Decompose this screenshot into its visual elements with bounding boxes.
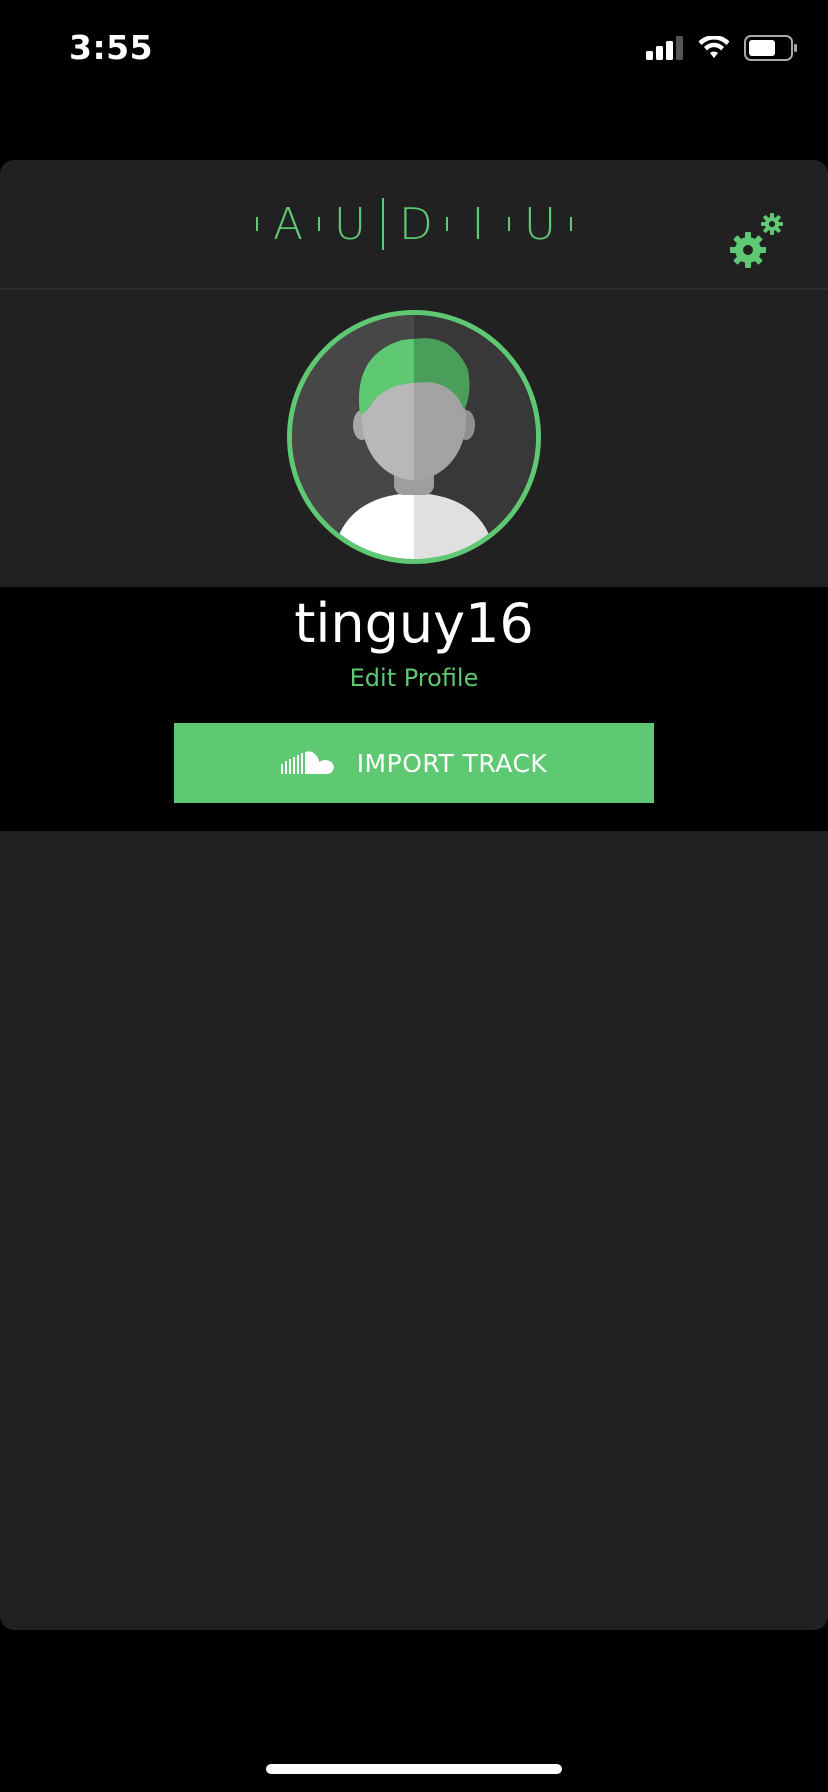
- battery-icon: [744, 35, 797, 61]
- username: tinguy16: [294, 592, 534, 655]
- status-time: 3:55: [69, 28, 154, 67]
- avatar[interactable]: [287, 310, 541, 564]
- logo-letter: D: [399, 198, 433, 250]
- header: A U D I U: [0, 160, 828, 290]
- status-icons: [646, 35, 798, 61]
- logo-letter: U: [333, 198, 367, 250]
- cellular-signal-icon: [646, 36, 683, 60]
- home-indicator[interactable]: [266, 1764, 562, 1774]
- logo-letter: I: [471, 198, 485, 250]
- app-card: A U D I U: [0, 160, 828, 1630]
- gears-icon: [730, 213, 783, 268]
- logo-letter: U: [523, 198, 557, 250]
- logo-letter: A: [272, 198, 304, 250]
- edit-profile-link[interactable]: Edit Profile: [0, 664, 828, 692]
- import-track-label: IMPORT TRACK: [356, 748, 548, 778]
- wifi-icon: [698, 36, 730, 58]
- settings-button[interactable]: [728, 210, 788, 270]
- soundcloud-icon: [280, 751, 334, 774]
- default-avatar-icon: [292, 315, 536, 559]
- app-logo: A U D I U: [0, 160, 828, 288]
- import-track-button[interactable]: IMPORT TRACK: [174, 723, 654, 803]
